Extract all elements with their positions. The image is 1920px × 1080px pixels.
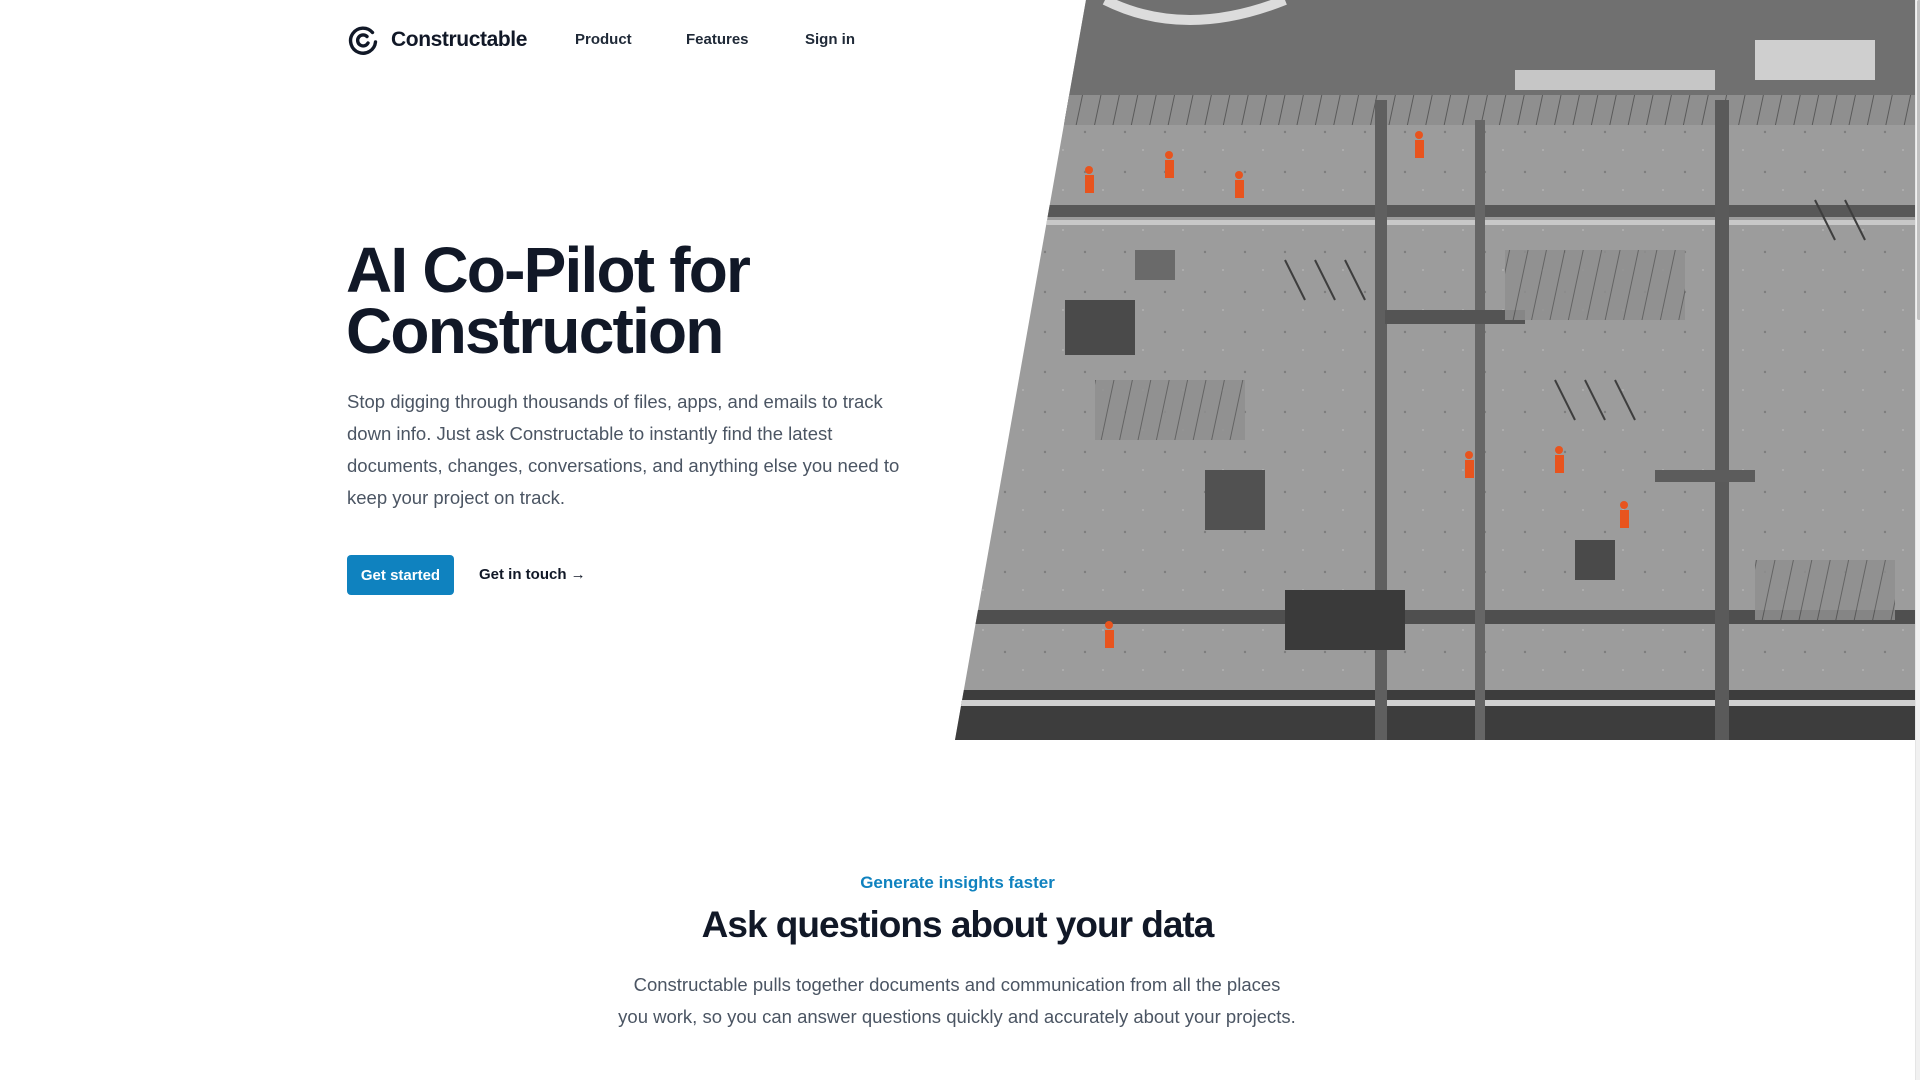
page-scrollbar[interactable]	[1915, 0, 1920, 1080]
hero-description: Stop digging through thousands of files,…	[347, 391, 900, 508]
hero-image-construction-site	[955, 0, 1916, 740]
nav-sign-in[interactable]: Sign in	[805, 30, 855, 50]
features-title: Ask questions about your data	[701, 904, 1215, 945]
brand-name: Constructable	[391, 28, 527, 51]
hero-title-line-2: Construction	[346, 295, 724, 367]
hero-title: AI Co-Pilot for Construction	[346, 238, 966, 363]
get-started-button[interactable]: Get started	[347, 555, 454, 595]
get-in-touch-link[interactable]: Get in touch →	[479, 565, 586, 585]
nav-product[interactable]: Product	[575, 30, 632, 50]
features-description: Constructable pulls together documents a…	[618, 974, 1296, 1027]
nav-features[interactable]: Features	[686, 30, 749, 50]
construction-site-illustration	[955, 0, 1916, 740]
logo-mark-icon	[348, 26, 378, 55]
brand-logo[interactable]: Constructable	[347, 24, 527, 56]
features-eyebrow: Generate insights faster	[860, 873, 1055, 892]
